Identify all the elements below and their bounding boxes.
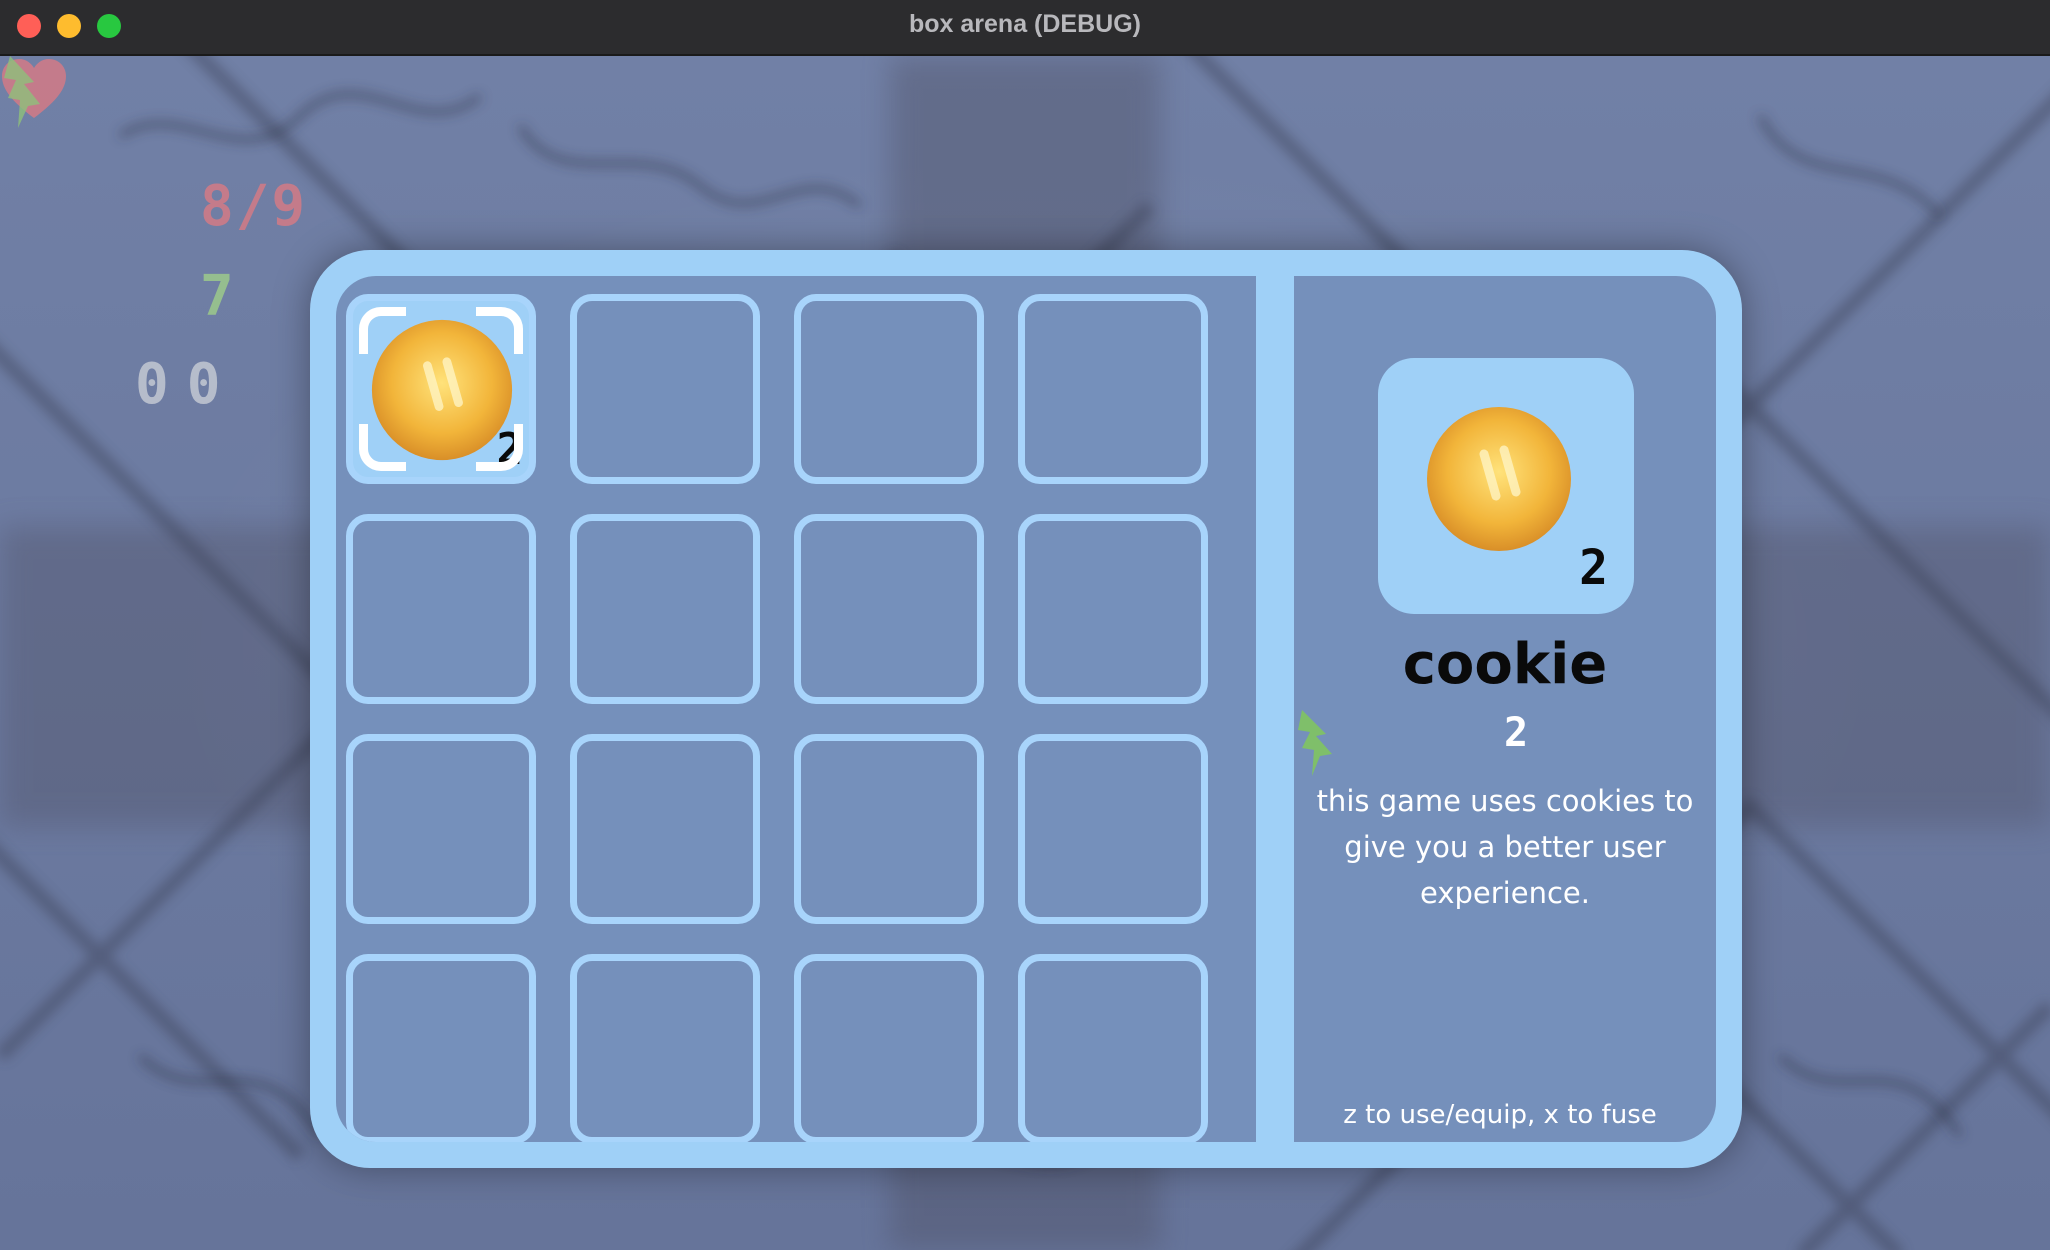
selection-cursor-corner [476, 424, 523, 471]
selection-cursor-corner [359, 424, 406, 471]
window-title: box arena (DEBUG) [909, 10, 1141, 38]
item-preview: 2 [1378, 358, 1634, 614]
inventory-slot[interactable] [346, 514, 536, 704]
inventory-slot[interactable]: 2 [346, 294, 536, 484]
inventory-slot[interactable] [1018, 514, 1208, 704]
energy-cost: 2 [1503, 710, 1529, 756]
selection-cursor-corner [359, 307, 406, 354]
inventory-slot[interactable] [794, 734, 984, 924]
inventory-grid: 2 [336, 276, 1256, 1142]
inventory-slot[interactable] [570, 734, 760, 924]
inventory-slot[interactable] [1018, 734, 1208, 924]
lightning-bolt-icon [4, 56, 40, 128]
inventory-slot[interactable] [570, 294, 760, 484]
inventory-slot[interactable] [346, 954, 536, 1142]
item-quantity: 2 [1579, 540, 1608, 596]
inventory-slot[interactable] [1018, 954, 1208, 1142]
inventory-panel: 2 2 cookie 2 this game uses cookies to g… [310, 250, 1742, 1168]
inventory-slot[interactable] [794, 954, 984, 1142]
inventory-slot[interactable] [570, 954, 760, 1142]
inventory-slot[interactable] [794, 514, 984, 704]
inventory-slot[interactable] [346, 734, 536, 924]
game-window: box arena (DEBUG) 8/9 7 00 2 2 cookie 2 … [0, 0, 2050, 1250]
lightning-bolt-icon [1298, 710, 1332, 776]
selection-cursor-corner [476, 307, 523, 354]
inventory-slot[interactable] [1018, 294, 1208, 484]
arena-background: 8/9 7 00 2 2 cookie 2 this game uses coo… [0, 56, 2050, 1250]
energy-readout: 7 [200, 264, 234, 329]
title-bar: box arena (DEBUG) [0, 0, 2050, 56]
inventory-slot[interactable] [570, 514, 760, 704]
item-name: cookie [1402, 632, 1608, 697]
item-detail-pane: 2 cookie 2 this game uses cookies to giv… [1294, 276, 1716, 1142]
health-readout: 8/9 [200, 174, 308, 239]
inventory-slot[interactable] [794, 294, 984, 484]
coordinate-readout: 00 [135, 352, 239, 417]
item-description: this game uses cookies to give you a bet… [1316, 784, 1694, 910]
energy-cost-row: 2 [1294, 710, 1716, 776]
controls-hint: z to use/equip, x to fuse [1343, 1100, 1657, 1130]
cookie-icon [1424, 404, 1574, 554]
